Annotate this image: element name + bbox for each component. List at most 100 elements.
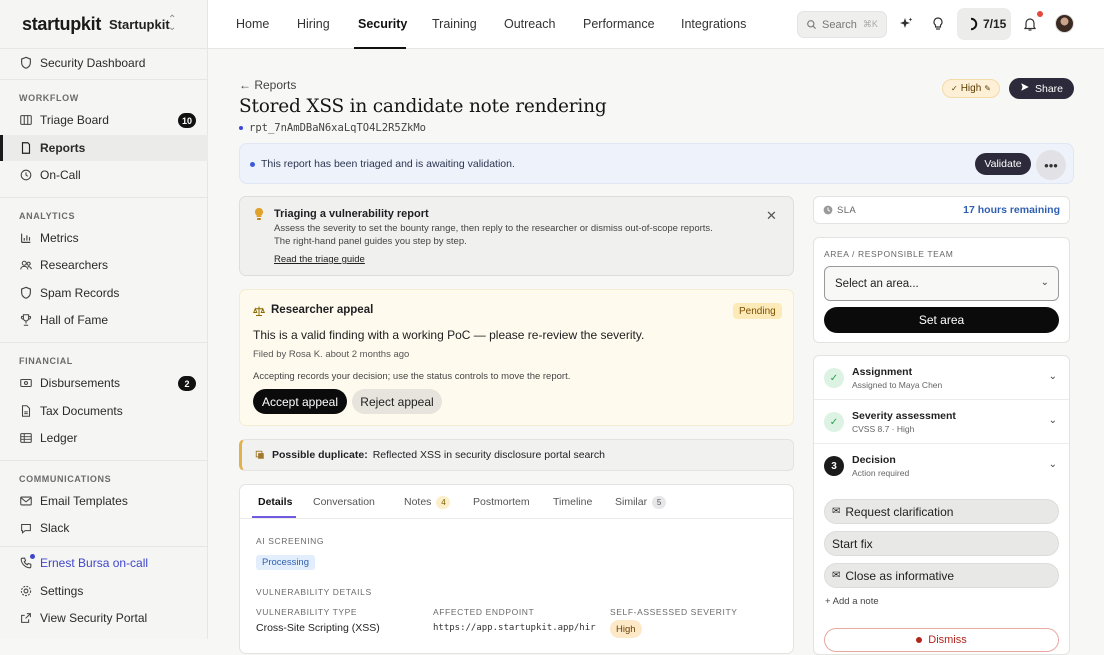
top-navigation: Home Hiring Security Training Outreach P… — [208, 0, 1104, 49]
sidebar-item-label: View Security Portal — [40, 611, 148, 625]
severity-label: High — [960, 83, 982, 94]
add-note-link[interactable]: + Add a note — [825, 596, 879, 607]
back-link[interactable]: ← Reports — [239, 78, 296, 92]
sla-value: 17 hours remaining — [963, 204, 1060, 216]
sidebar-item-label: Ledger — [40, 431, 78, 445]
tab-label: Similar — [615, 496, 648, 508]
step-decision[interactable]: 3 Decision Action required ⌄ — [814, 444, 1069, 488]
sidebar-item-hall-of-fame[interactable]: Hall of Fame — [0, 307, 208, 333]
search-input[interactable]: Search ⌘K — [797, 11, 887, 38]
accept-appeal-button[interactable]: Accept appeal — [253, 389, 347, 414]
step-assignment[interactable]: ✓ Assignment Assigned to Maya Chen ⌄ — [814, 356, 1069, 400]
chevron-up-icon: ⌄ — [1048, 459, 1057, 470]
sla-label: SLA — [837, 205, 857, 216]
tab-notes[interactable]: Notes 4 — [404, 496, 451, 509]
report-id: rpt_7nAmDBaN6xaLqTO4L2R5ZkMo — [239, 122, 426, 134]
chevron-down-icon: ⌄ — [1048, 371, 1057, 382]
step-subtitle: CVSS 8.7 · High — [852, 424, 915, 434]
sidebar-item-spam-records[interactable]: Spam Records — [0, 280, 208, 306]
nav-tab-training[interactable]: Training — [432, 17, 477, 31]
sidebar-item-view-security-portal[interactable]: View Security Portal — [0, 605, 208, 631]
set-area-button[interactable]: Set area — [824, 307, 1059, 333]
scales-icon — [253, 304, 265, 322]
request-clarification-button[interactable]: ✉ Request clarification — [824, 499, 1059, 524]
step-severity-assessment[interactable]: ✓ Severity assessment CVSS 8.7 · High ⌄ — [814, 400, 1069, 444]
area-select[interactable]: Select an area... ⌄ — [824, 266, 1059, 301]
nav-tab-outreach[interactable]: Outreach — [504, 17, 555, 31]
sidebar-item-triage-board[interactable]: Triage Board 10 — [0, 107, 208, 133]
appeal-note: Accepting records your decision; use the… — [253, 371, 571, 382]
button-label: Request clarification — [845, 504, 954, 519]
sidebar-item-label: Metrics — [40, 231, 79, 245]
sidebar-item-settings[interactable]: Settings — [0, 578, 208, 604]
count-badge: 2 — [178, 376, 196, 391]
progress-indicator[interactable]: 7/15 — [957, 8, 1011, 40]
avatar[interactable] — [1055, 14, 1074, 33]
org-switcher-label[interactable]: Startupkit — [109, 17, 170, 32]
possible-duplicate-link[interactable]: Possible duplicate: Reflected XSS in sec… — [239, 439, 794, 471]
arrow-left-icon: ← — [239, 78, 255, 92]
triage-guide-link[interactable]: Read the triage guide — [274, 254, 365, 265]
tab-similar[interactable]: Similar 5 — [615, 496, 667, 509]
sidebar-item-security-dashboard[interactable]: Security Dashboard — [0, 50, 208, 76]
send-icon — [1020, 82, 1030, 95]
sidebar-item-disbursements[interactable]: Disbursements 2 — [0, 370, 208, 396]
tab-details[interactable]: Details — [258, 496, 292, 508]
start-fix-button[interactable]: Start fix — [824, 531, 1059, 556]
duplicate-label: Possible duplicate: — [272, 449, 368, 461]
guide-body: Assess the severity to set the bounty ra… — [274, 223, 744, 248]
sidebar-item-label: Spam Records — [40, 286, 120, 300]
check-circle-icon: ✓ — [824, 368, 844, 388]
divider — [0, 546, 208, 547]
sidebar-item-on-call-status[interactable]: Ernest Bursa on-call — [0, 550, 208, 576]
sidebar-item-metrics[interactable]: Metrics — [0, 225, 208, 251]
triage-steps-panel: ✓ Assignment Assigned to Maya Chen ⌄ ✓ S… — [813, 355, 1070, 655]
endpoint-value[interactable]: https://app.startupkit.app/hir — [433, 623, 596, 633]
lightbulb-icon[interactable] — [929, 15, 947, 33]
step-subtitle: Assigned to Maya Chen — [852, 380, 943, 390]
share-button[interactable]: Share — [1009, 78, 1074, 99]
sidebar-item-ledger[interactable]: Ledger — [0, 425, 208, 451]
lightbulb-icon — [253, 207, 265, 226]
close-icon[interactable]: ✕ — [766, 208, 777, 224]
mail-icon — [19, 494, 33, 508]
more-options-button[interactable]: ••• — [1036, 150, 1066, 180]
sidebar-item-tax-documents[interactable]: Tax Documents — [0, 398, 208, 424]
chevron-up-down-icon[interactable]: ⌃ ⌄ — [168, 15, 176, 33]
status-badge: Processing — [256, 555, 315, 570]
tab-conversation[interactable]: Conversation — [313, 496, 375, 508]
dismiss-button[interactable]: Dismiss — [824, 628, 1059, 652]
back-label: Reports — [254, 78, 297, 92]
sidebar-item-reports[interactable]: Reports — [0, 135, 208, 161]
nav-tab-security[interactable]: Security — [358, 17, 407, 31]
tab-timeline[interactable]: Timeline — [553, 496, 592, 508]
section-label: AI SCREENING — [256, 536, 325, 546]
sidebar-item-label: Settings — [40, 584, 84, 598]
triage-guide-card: Triaging a vulnerability report Assess t… — [239, 196, 794, 276]
sidebar-item-slack[interactable]: Slack — [0, 515, 208, 541]
nav-tab-integrations[interactable]: Integrations — [681, 17, 746, 31]
nav-tab-hiring[interactable]: Hiring — [297, 17, 330, 31]
document-icon — [19, 141, 33, 155]
sidebar-item-label: Reports — [40, 141, 86, 155]
button-label: Start fix — [832, 536, 873, 551]
sidebar-item-on-call[interactable]: On-Call — [0, 162, 208, 188]
appeal-message: This is a valid finding with a working P… — [253, 328, 645, 342]
phone-icon — [19, 554, 35, 570]
button-label: Dismiss — [928, 634, 967, 646]
validate-button[interactable]: Validate — [975, 153, 1031, 175]
shield-icon — [19, 286, 33, 300]
bell-icon[interactable] — [1021, 15, 1039, 33]
close-as-informative-button[interactable]: ✉ Close as informative — [824, 563, 1059, 588]
nav-tab-home[interactable]: Home — [236, 17, 269, 31]
file-icon — [19, 404, 33, 418]
nav-tab-performance[interactable]: Performance — [583, 17, 655, 31]
sparkle-icon[interactable] — [897, 15, 915, 33]
sidebar-item-researchers[interactable]: Researchers — [0, 252, 208, 278]
field-label: SELF-ASSESSED SEVERITY — [610, 607, 738, 617]
brand-logo[interactable]: startupkit — [22, 14, 101, 35]
tab-postmortem[interactable]: Postmortem — [473, 496, 530, 508]
reject-appeal-button[interactable]: Reject appeal — [352, 389, 442, 414]
sidebar-item-email-templates[interactable]: Email Templates — [0, 488, 208, 514]
severity-badge[interactable]: ✓ High ✎ — [942, 79, 1000, 98]
